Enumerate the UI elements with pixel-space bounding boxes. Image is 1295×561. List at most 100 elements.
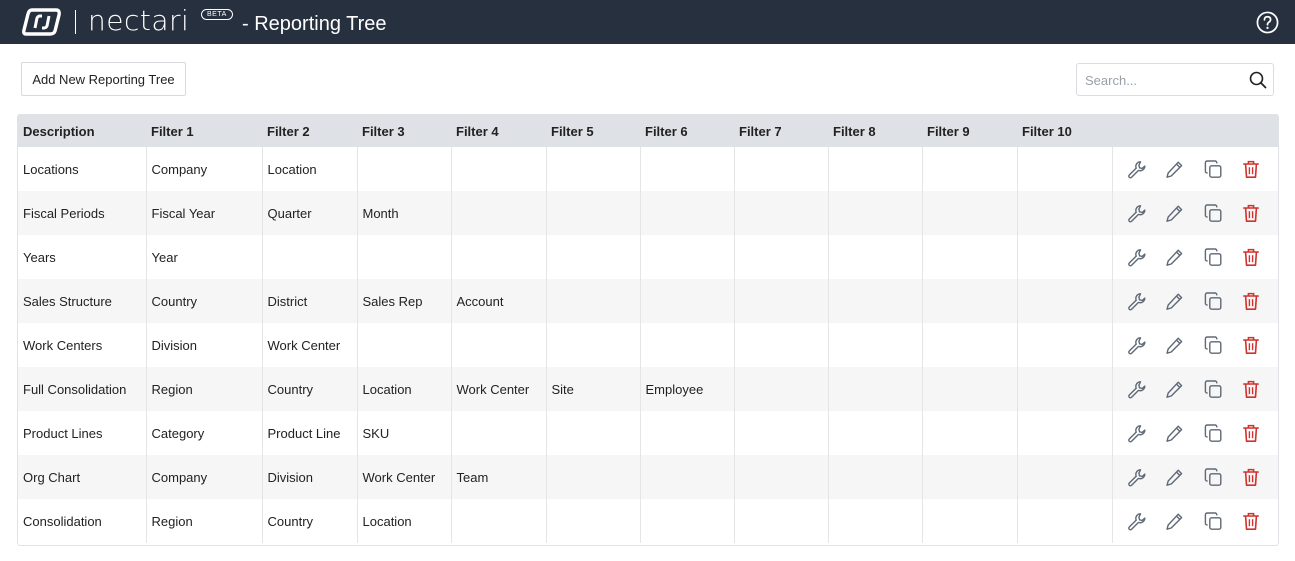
edit-button[interactable]	[1164, 511, 1184, 531]
filter-cell: Fiscal Year	[146, 191, 263, 235]
trash-icon	[1242, 204, 1260, 222]
column-header[interactable]: Filter 4	[451, 115, 546, 147]
edit-button[interactable]	[1164, 159, 1184, 179]
table-row[interactable]: Years Year	[18, 235, 1278, 279]
column-header[interactable]: Filter 3	[357, 115, 451, 147]
delete-button[interactable]	[1241, 467, 1261, 487]
copy-icon	[1204, 248, 1222, 266]
search-icon[interactable]	[1249, 71, 1267, 89]
filter-cell	[922, 367, 1018, 411]
help-icon[interactable]	[1256, 11, 1279, 34]
column-header[interactable]: Description	[18, 115, 146, 147]
filter-cell: Work Center	[451, 367, 547, 411]
duplicate-button[interactable]	[1203, 423, 1223, 443]
edit-button[interactable]	[1164, 335, 1184, 355]
duplicate-button[interactable]	[1203, 291, 1223, 311]
configure-button[interactable]	[1126, 335, 1146, 355]
filter-cell	[640, 323, 735, 367]
table-row[interactable]: Locations Company Location	[18, 147, 1278, 191]
search-input[interactable]	[1085, 70, 1240, 90]
delete-button[interactable]	[1241, 511, 1261, 531]
column-header[interactable]: Filter 6	[640, 115, 734, 147]
filter-cell	[828, 147, 923, 191]
duplicate-button[interactable]	[1203, 511, 1223, 531]
configure-button[interactable]	[1126, 511, 1146, 531]
pencil-icon	[1166, 469, 1183, 486]
filter-cell: Location	[262, 147, 358, 191]
filter-cell: Company	[146, 147, 263, 191]
configure-button[interactable]	[1126, 159, 1146, 179]
filter-cell: Location	[357, 367, 452, 411]
delete-button[interactable]	[1241, 423, 1261, 443]
duplicate-button[interactable]	[1203, 203, 1223, 223]
column-header[interactable]: Filter 8	[828, 115, 922, 147]
filter-cell	[451, 323, 547, 367]
actions-column-header	[1112, 115, 1278, 147]
copy-icon	[1204, 292, 1222, 310]
duplicate-button[interactable]	[1203, 467, 1223, 487]
table-row[interactable]: Consolidation Region Country Location	[18, 499, 1278, 543]
filter-cell	[546, 191, 641, 235]
add-reporting-tree-button[interactable]: Add New Reporting Tree	[21, 62, 186, 96]
filter-cell: Country	[146, 279, 263, 323]
pencil-icon	[1166, 337, 1183, 354]
delete-button[interactable]	[1241, 291, 1261, 311]
configure-button[interactable]	[1126, 423, 1146, 443]
pencil-icon	[1166, 161, 1183, 178]
tree-description-cell: Full Consolidation	[18, 367, 147, 411]
filter-cell	[451, 499, 547, 543]
copy-icon	[1204, 380, 1222, 398]
delete-button[interactable]	[1241, 203, 1261, 223]
edit-button[interactable]	[1164, 467, 1184, 487]
duplicate-button[interactable]	[1203, 335, 1223, 355]
filter-cell	[546, 411, 641, 455]
filter-cell	[451, 411, 547, 455]
table-row[interactable]: Sales Structure Country District Sales Rep A…	[18, 279, 1278, 323]
column-header[interactable]: Filter 1	[146, 115, 262, 147]
table-row[interactable]: Full Consolidation Region Country Location W…	[18, 367, 1278, 411]
edit-button[interactable]	[1164, 379, 1184, 399]
filter-cell: Work Center	[357, 455, 452, 499]
filter-cell	[734, 191, 829, 235]
brand-name: nectari	[88, 4, 190, 37]
column-header[interactable]: Filter 9	[922, 115, 1017, 147]
trash-icon	[1242, 468, 1260, 486]
filter-cell: Team	[451, 455, 547, 499]
configure-button[interactable]	[1126, 467, 1146, 487]
table-row[interactable]: Product Lines Category Product Line SKU	[18, 411, 1278, 455]
filter-cell	[640, 499, 735, 543]
table-row[interactable]: Fiscal Periods Fiscal Year Quarter Month	[18, 191, 1278, 235]
edit-button[interactable]	[1164, 291, 1184, 311]
filter-cell: Country	[262, 499, 358, 543]
filter-cell: Category	[146, 411, 263, 455]
trash-icon	[1242, 160, 1260, 178]
configure-button[interactable]	[1126, 291, 1146, 311]
duplicate-button[interactable]	[1203, 247, 1223, 267]
configure-button[interactable]	[1126, 379, 1146, 399]
delete-button[interactable]	[1241, 159, 1261, 179]
edit-button[interactable]	[1164, 423, 1184, 443]
table-row[interactable]: Org Chart Company Division Work Center Team	[18, 455, 1278, 499]
table-row[interactable]: Work Centers Division Work Center	[18, 323, 1278, 367]
filter-cell	[1017, 499, 1113, 543]
pencil-icon	[1166, 249, 1183, 266]
trash-icon	[1242, 248, 1260, 266]
configure-button[interactable]	[1126, 247, 1146, 267]
filter-cell: Site	[546, 367, 641, 411]
duplicate-button[interactable]	[1203, 159, 1223, 179]
row-actions-cell	[1112, 499, 1278, 543]
filter-cell	[734, 411, 829, 455]
column-header[interactable]: Filter 2	[262, 115, 357, 147]
edit-button[interactable]	[1164, 203, 1184, 223]
filter-cell	[922, 147, 1018, 191]
delete-button[interactable]	[1241, 247, 1261, 267]
column-header[interactable]: Filter 5	[546, 115, 640, 147]
column-header[interactable]: Filter 10	[1017, 115, 1112, 147]
row-actions-cell	[1112, 235, 1278, 279]
edit-button[interactable]	[1164, 247, 1184, 267]
duplicate-button[interactable]	[1203, 379, 1223, 399]
configure-button[interactable]	[1126, 203, 1146, 223]
delete-button[interactable]	[1241, 379, 1261, 399]
column-header[interactable]: Filter 7	[734, 115, 828, 147]
delete-button[interactable]	[1241, 335, 1261, 355]
